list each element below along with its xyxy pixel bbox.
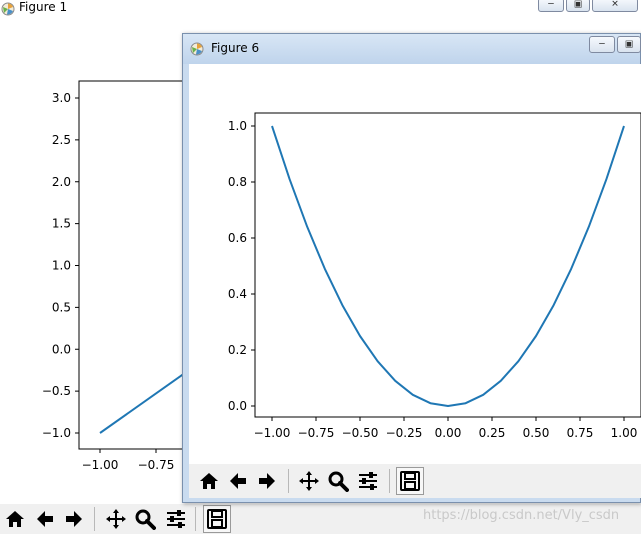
figure-6-titlebar[interactable]: Figure 6 ─ ▣ [183, 34, 641, 64]
save-button[interactable] [396, 467, 424, 495]
pan-button[interactable] [295, 467, 323, 495]
home-button[interactable] [1, 505, 29, 533]
y-tick-label: 0.0 [52, 342, 71, 356]
y-tick-label: 0.8 [228, 175, 247, 189]
restore-icon: ▣ [624, 39, 634, 49]
pan-button[interactable] [102, 505, 130, 533]
pan-icon [299, 471, 319, 491]
back-arrow-icon [37, 511, 53, 527]
figure-6-axes-frame [254, 112, 641, 418]
home-button[interactable] [195, 467, 223, 495]
toolbar-separator [389, 469, 390, 493]
x-tick-label: 0.50 [523, 426, 550, 440]
x-tick-label: −0.25 [386, 426, 423, 440]
x-tick-label: −0.50 [342, 426, 379, 440]
toolbar-separator [288, 469, 289, 493]
x-tick-label: −1.00 [254, 426, 291, 440]
configure-subplots-button[interactable] [354, 467, 382, 495]
pan-icon [106, 509, 126, 529]
y-tick-label: 1.5 [52, 217, 71, 231]
figure-6-window: Figure 6 ─ ▣ 0.0 0.2 0.4 0.6 0.8 1.0 −1.00 −0.… [182, 33, 641, 503]
home-icon [200, 473, 218, 489]
configure-subplots-button[interactable] [162, 505, 190, 533]
zoom-icon [328, 471, 349, 492]
y-tick-label: 2.5 [52, 133, 71, 147]
figure-6-plot: 0.0 0.2 0.4 0.6 0.8 1.0 −1.00 −0.75 −0.50 −0.25 0… [228, 112, 641, 440]
figure-6-toolbar [189, 464, 641, 498]
toolbar-separator [94, 507, 95, 531]
x-tick-label: 1.00 [611, 426, 638, 440]
y-tick-label: 0.5 [52, 300, 71, 314]
watermark-text: https://blog.csdn.net/Vly_csdn [423, 508, 620, 523]
minimize-button[interactable]: ─ [589, 36, 615, 53]
matplotlib-window-icon [190, 41, 204, 60]
y-tick-label: 0.6 [228, 231, 247, 245]
y-tick-label: 1.0 [228, 119, 247, 133]
y-tick-label: 1.0 [52, 259, 71, 273]
x-tick-label: −0.75 [298, 426, 335, 440]
y-tick-label: −1.0 [42, 426, 71, 440]
figure-1-axes-frame [78, 80, 190, 450]
figure-6-title: Figure 6 [211, 41, 260, 55]
zoom-button[interactable] [131, 505, 159, 533]
maximize-button[interactable]: ▣ [617, 36, 641, 53]
x-tick-label: 0.75 [567, 426, 594, 440]
series-line [271, 125, 625, 407]
forward-arrow-icon [259, 473, 275, 489]
y-tick-label: 3.0 [52, 91, 71, 105]
forward-button[interactable] [253, 467, 281, 495]
back-arrow-icon [230, 473, 246, 489]
back-button[interactable] [224, 467, 252, 495]
x-tick-label: −1.00 [82, 458, 119, 472]
y-tick-label: 2.0 [52, 175, 71, 189]
back-button[interactable] [31, 505, 59, 533]
home-icon [6, 511, 24, 527]
save-icon [400, 471, 420, 491]
forward-button[interactable] [60, 505, 88, 533]
zoom-icon [135, 509, 156, 530]
save-button[interactable] [203, 505, 231, 533]
y-tick-label: −0.5 [42, 384, 71, 398]
configure-subplots-icon [359, 472, 377, 490]
y-tick-label: 0.4 [228, 287, 247, 301]
y-tick-label: 0.2 [228, 343, 247, 357]
zoom-button[interactable] [324, 467, 352, 495]
y-tick-label: 0.0 [228, 399, 247, 413]
configure-subplots-icon [167, 510, 185, 528]
x-tick-label: 0.25 [479, 426, 506, 440]
x-tick-label: −0.75 [138, 458, 175, 472]
minimize-icon: ─ [599, 39, 605, 49]
toolbar-separator [195, 507, 196, 531]
x-tick-label: 0.00 [435, 426, 462, 440]
save-icon [207, 509, 227, 529]
figure-6-canvas: 0.0 0.2 0.4 0.6 0.8 1.0 −1.00 −0.75 −0.50 −0.25 0… [189, 64, 641, 464]
forward-arrow-icon [66, 511, 82, 527]
